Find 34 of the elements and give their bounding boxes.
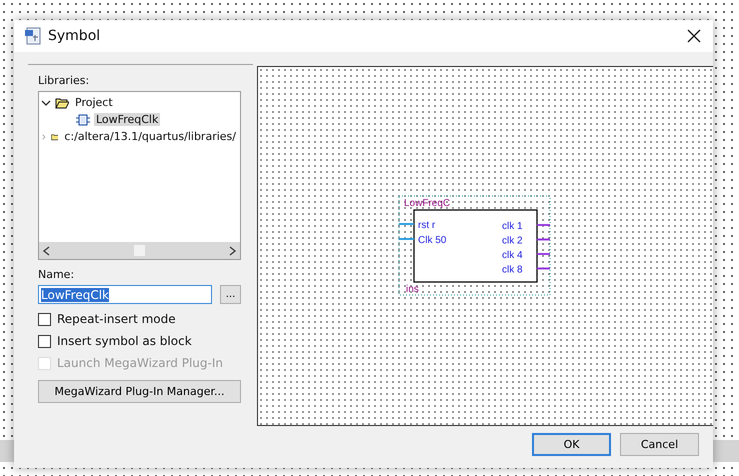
expand-chevron-icon[interactable]	[41, 98, 51, 108]
output-port-label: clk 8	[502, 264, 523, 276]
scroll-right-icon[interactable]	[229, 246, 236, 256]
name-field[interactable]: LowFreqClk	[38, 285, 212, 304]
checkbox-label: Launch MegaWizard Plug-In	[57, 356, 223, 370]
libraries-label: Libraries:	[38, 74, 90, 87]
scroll-left-icon[interactable]	[43, 246, 50, 256]
browse-button[interactable]: ...	[220, 285, 241, 304]
symbol-name: LowFreqC	[404, 198, 450, 209]
tree-item[interactable]: Project	[73, 96, 115, 109]
close-icon[interactable]	[687, 29, 701, 43]
ok-button[interactable]: OK	[532, 433, 611, 456]
chip-icon	[76, 112, 90, 126]
input-port-label: rst r	[418, 220, 436, 231]
window-title: Symbol	[48, 28, 102, 44]
checkbox[interactable]	[38, 334, 51, 348]
checkbox[interactable]	[38, 312, 51, 326]
folder-icon	[55, 96, 69, 108]
symbol-icon	[24, 27, 42, 45]
scroll-thumb[interactable]	[134, 245, 145, 256]
name-label: Name:	[38, 268, 76, 281]
megawizard-manager-button[interactable]: MegaWizard Plug-In Manager...	[38, 380, 241, 403]
tree-item[interactable]: c:/altera/13.1/quartus/libraries/	[62, 130, 238, 143]
input-port-label: Clk 50	[418, 235, 446, 246]
output-port-label: clk 4	[502, 250, 523, 261]
instance-name: ins	[406, 284, 419, 295]
tree-item[interactable]: LowFreqClk	[94, 113, 160, 126]
output-port-label: clk 1	[502, 221, 523, 232]
output-port-label: clk 2	[502, 236, 523, 246]
checkbox-label: Insert symbol as block	[57, 334, 192, 348]
collapse-chevron-icon[interactable]	[41, 132, 47, 142]
checkbox-label: Repeat-insert mode	[57, 312, 176, 326]
horizontal-scrollbar[interactable]	[39, 242, 240, 259]
cancel-button[interactable]: Cancel	[620, 433, 699, 456]
